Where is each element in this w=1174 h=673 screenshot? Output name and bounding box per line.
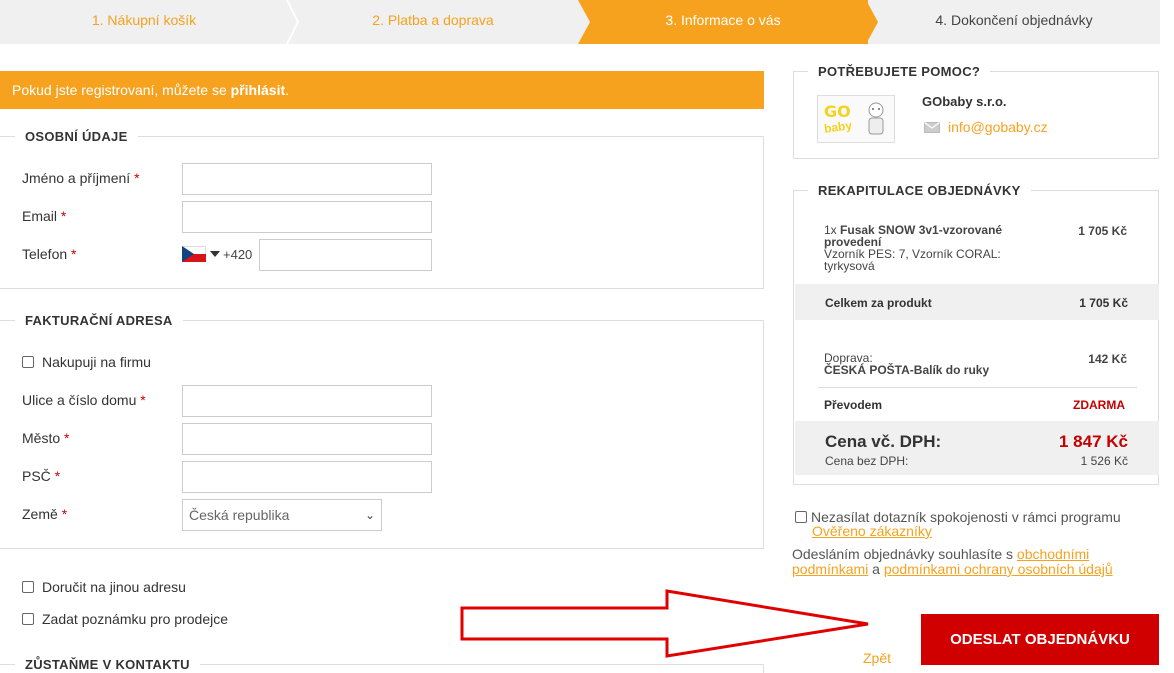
submit-order-button[interactable]: ODESLAT OBJEDNÁVKU: [921, 614, 1159, 665]
privacy-link[interactable]: podmínkami ochrany osobních údajů: [884, 561, 1113, 577]
country-code-dropdown-icon[interactable]: [210, 251, 220, 257]
recap-legend: REKAPITULACE OBJEDNÁVKY: [808, 183, 1031, 198]
other-address-checkbox[interactable]: [22, 581, 34, 593]
email-link[interactable]: info@gobaby.cz: [948, 119, 1048, 135]
total-value: 1 847 Kč: [1059, 432, 1128, 451]
terms-and: a: [868, 561, 884, 577]
shipping-price: 142 Kč: [1088, 352, 1127, 366]
annotation-arrow: [460, 589, 869, 658]
step-separators: [286, 0, 878, 44]
grand-total-box: Cena vč. DPH: 1 847 Kč Cena bez DPH: 1 5…: [795, 421, 1159, 475]
product-total-label: Celkem za produkt: [825, 296, 932, 310]
note-label: Zadat poznámku pro prodejce: [42, 611, 228, 627]
login-link[interactable]: přihlásit: [231, 82, 285, 98]
zip-label: PSČ *: [22, 468, 61, 484]
personal-legend: OSOBNÍ ÚDAJE: [15, 129, 138, 144]
phone-input[interactable]: [259, 239, 432, 271]
terms-link-b[interactable]: podmínkami: [792, 561, 868, 577]
shipping-name: ČESKÁ POŠTA-Balík do ruky: [824, 363, 990, 377]
other-address-row[interactable]: Doručit na jinou adresu: [22, 579, 186, 595]
login-period: .: [285, 82, 290, 98]
net-label: Cena bez DPH:: [825, 454, 909, 468]
country-select[interactable]: Česká republika ⌄: [182, 499, 382, 531]
terms-text1: Odesláním objednávky souhlasíte s: [792, 546, 1017, 562]
phone-prefix: +420: [223, 247, 253, 262]
zip-input[interactable]: [182, 461, 432, 493]
billing-legend: FAKTURAČNÍ ADRESA: [15, 313, 183, 328]
city-input[interactable]: [182, 423, 432, 455]
back-link[interactable]: Zpět: [863, 650, 891, 666]
login-text: Pokud jste registrovaní, můžete se: [12, 82, 231, 98]
company-checkbox[interactable]: [22, 356, 34, 368]
name-input[interactable]: [182, 163, 432, 195]
company-checkbox-label: Nakupuji na firmu: [42, 354, 151, 370]
cz-flag-icon[interactable]: [182, 246, 206, 262]
help-box: POTŘEBUJETE POMOC? GO baby GObaby s.r.o.…: [793, 64, 1159, 159]
baby-illustration-icon: [868, 102, 884, 135]
survey-link[interactable]: Ověřeno zákazníky: [812, 523, 932, 539]
order-summary: REKAPITULACE OBJEDNÁVKY 1x Fusak SNOW 3v…: [793, 183, 1159, 485]
contact-legend: ZŮSTAŇME V KONTAKTU: [15, 657, 200, 672]
country-select-value: Česká republika: [189, 507, 290, 523]
login-prompt: Pokud jste registrovaní, můžete se přihl…: [0, 71, 764, 109]
product-total-row: Celkem za produkt 1 705 Kč: [795, 284, 1159, 320]
contact-section: ZŮSTAŇME V KONTAKTU: [0, 657, 764, 673]
name-label: Jméno a příjmení *: [22, 170, 140, 186]
city-label: Město *: [22, 430, 70, 446]
divider: [818, 387, 1137, 388]
survey-optout[interactable]: Nezasílat dotazník spokojenosti v rámci …: [795, 510, 1165, 538]
company-checkbox-row[interactable]: Nakupuji na firmu: [22, 354, 151, 370]
street-label: Ulice a číslo domu *: [22, 392, 146, 408]
terms-link-a[interactable]: obchodními: [1017, 546, 1089, 562]
phone-label: Telefon *: [22, 246, 77, 262]
help-legend: POTŘEBUJETE POMOC?: [808, 64, 991, 79]
mail-icon: [924, 122, 940, 133]
item-variant-line2: tyrkysová: [824, 259, 875, 273]
company-name: GObaby s.r.o.: [922, 94, 1007, 109]
product-total-value: 1 705 Kč: [1079, 296, 1128, 310]
payment-price: ZDARMA: [1073, 398, 1125, 412]
country-label: Země *: [22, 506, 68, 522]
total-label: Cena vč. DPH:: [825, 432, 942, 451]
item-price: 1 705 Kč: [1078, 224, 1127, 238]
email-label: Email *: [22, 208, 67, 224]
gobaby-logo: GO baby: [817, 95, 895, 143]
item-description: 1x Fusak SNOW 3v1-vzorované provedení Vz…: [824, 224, 1024, 272]
terms-text: Odesláním objednávky souhlasíte s obchod…: [792, 547, 1162, 577]
chevron-down-icon: ⌄: [364, 508, 375, 522]
shipping-info: Doprava: ČESKÁ POŠTA-Balík do ruky: [824, 352, 989, 376]
checkout-steps: 1. Nákupní košík 2. Platba a doprava 3. …: [0, 0, 1160, 44]
note-checkbox[interactable]: [22, 613, 34, 625]
email-input[interactable]: [182, 201, 432, 233]
survey-checkbox[interactable]: [795, 511, 807, 523]
note-row[interactable]: Zadat poznámku pro prodejce: [22, 611, 228, 627]
other-address-label: Doručit na jinou adresu: [42, 579, 186, 595]
payment-label: Převodem: [824, 398, 883, 412]
net-value: 1 526 Kč: [1080, 454, 1128, 468]
street-input[interactable]: [182, 385, 432, 417]
logo-text-bottom: baby: [823, 118, 853, 136]
